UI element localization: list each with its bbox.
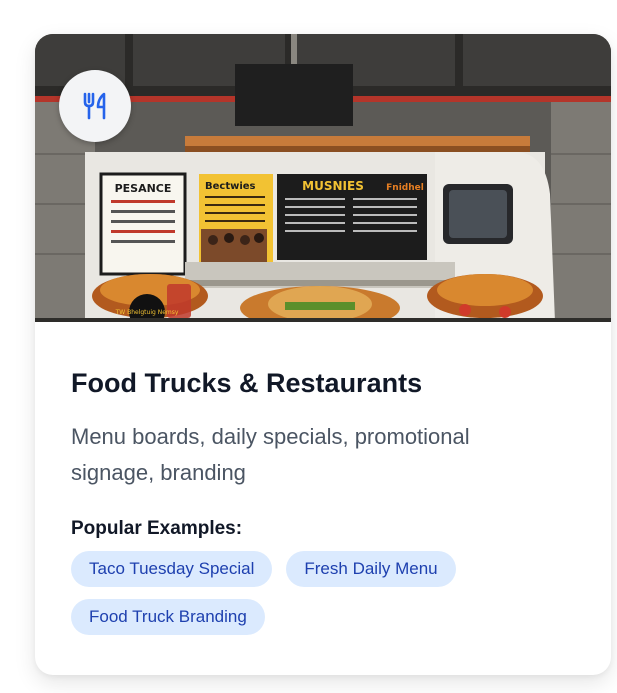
card-title: Food Trucks & Restaurants [71, 368, 423, 398]
hero-image: PESANCE Bectwies MUSNIES Fnidhel TW Bhel… [35, 34, 611, 322]
hero-menu-heading-4: Fnidhel [386, 183, 424, 193]
hero-menu-heading-3: MUSNIES [302, 179, 364, 193]
hero-sticker-text: TW Bhelgtuig Nemsy [115, 309, 179, 316]
example-tag-taco-tuesday[interactable]: Taco Tuesday Special [71, 551, 273, 587]
card-content: Food Trucks & Restaurants Menu boards, d… [71, 322, 581, 635]
category-card[interactable]: PESANCE Bectwies MUSNIES Fnidhel TW Bhel… [35, 34, 611, 675]
example-tag-fresh-daily-menu[interactable]: Fresh Daily Menu [286, 551, 456, 587]
example-tags: Taco Tuesday Special Fresh Daily Menu Fo… [71, 551, 551, 635]
card-description: Menu boards, daily specials, promotional… [71, 424, 470, 485]
example-tag-food-truck-branding[interactable]: Food Truck Branding [71, 599, 265, 635]
hero-menu-heading-2: Bectwies [205, 181, 256, 192]
food-truck-illustration: PESANCE Bectwies MUSNIES Fnidhel TW Bhel… [35, 34, 611, 322]
examples-label: Popular Examples: [71, 518, 243, 539]
hero-menu-heading-1: PESANCE [115, 182, 172, 195]
utensils-icon [83, 92, 106, 120]
category-badge [59, 70, 131, 142]
